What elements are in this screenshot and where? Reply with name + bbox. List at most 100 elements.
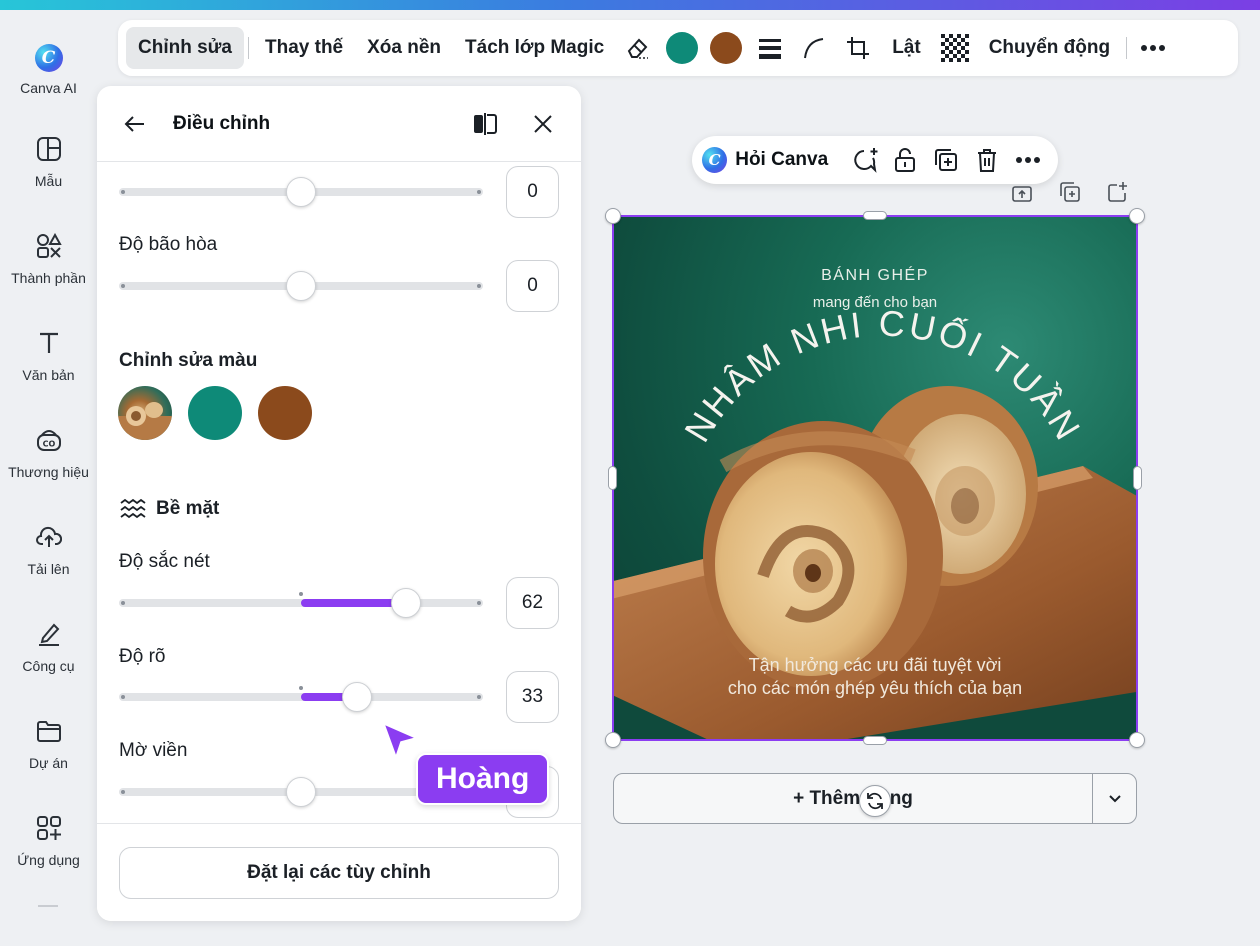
rail-item-projects[interactable]: Dự án — [0, 689, 97, 779]
top-slider-value[interactable]: 0 — [506, 166, 559, 218]
top-slider-thumb[interactable] — [286, 177, 316, 207]
color-teal-button[interactable] — [660, 27, 704, 69]
collaborator-cursor-icon — [382, 722, 419, 760]
animate-button[interactable]: Chuyển động — [977, 27, 1122, 69]
rail-label: Văn bản — [22, 367, 75, 383]
add-page-icon[interactable] — [1106, 180, 1130, 204]
ask-canva-button[interactable]: Hỏi Canva — [735, 149, 828, 171]
sharpness-value[interactable]: 62 — [506, 577, 559, 629]
sharpness-slider-thumb[interactable] — [391, 588, 421, 618]
rail-divider — [38, 905, 58, 907]
border-weight-icon[interactable] — [748, 27, 792, 69]
resize-handle-top[interactable] — [863, 211, 887, 220]
rail-label: Tải lên — [27, 561, 70, 577]
rail-label: Dự án — [29, 755, 68, 771]
rail-item-apps[interactable]: Ứng dụng — [0, 786, 97, 876]
clarity-value[interactable]: 33 — [506, 671, 559, 723]
rail-label: Thành phần — [11, 270, 86, 286]
artwork-caption-line2: cho các món ghép yêu thích của bạn — [727, 678, 1023, 698]
text-icon — [35, 329, 63, 357]
resize-handle-bottom-left[interactable] — [605, 732, 621, 748]
element-action-pill: C Hỏi Canva — [692, 136, 1058, 184]
rail-item-templates[interactable]: Mẫu — [0, 107, 97, 197]
crop-icon[interactable] — [836, 27, 880, 69]
svg-text:CO: CO — [42, 440, 55, 449]
resize-handle-bottom-right[interactable] — [1129, 732, 1145, 748]
rail-item-brand[interactable]: CO Thương hiệu — [0, 398, 97, 488]
resize-handle-bottom[interactable] — [863, 736, 887, 745]
resize-handle-top-right[interactable] — [1129, 208, 1145, 224]
collaborator-name-tag: Hoàng — [416, 753, 550, 805]
top-gradient-bar — [0, 0, 1260, 10]
more-options-icon[interactable] — [1007, 140, 1048, 180]
lock-page-icon[interactable] — [1010, 180, 1034, 204]
track-end-dot — [477, 695, 481, 699]
toolbar-divider — [248, 37, 249, 59]
clarity-slider-thumb[interactable] — [342, 682, 372, 712]
pen-tool-icon — [35, 620, 63, 648]
eraser-icon[interactable] — [616, 27, 660, 69]
add-comment-icon[interactable] — [844, 140, 885, 180]
track-end-dot — [121, 601, 125, 605]
track-end-dot — [121, 284, 125, 288]
rotate-handle-icon[interactable] — [859, 785, 891, 817]
sharpness-label: Độ sắc nét — [119, 551, 210, 572]
trash-icon[interactable] — [966, 140, 1007, 180]
more-options-icon[interactable] — [1131, 27, 1175, 69]
corner-rounding-icon[interactable] — [792, 27, 836, 69]
back-arrow-icon[interactable] — [119, 108, 151, 140]
flip-button[interactable]: Lật — [880, 27, 933, 69]
vignette-slider-thumb[interactable] — [286, 777, 316, 807]
add-page-dropdown[interactable] — [1092, 774, 1136, 823]
unlock-icon[interactable] — [885, 140, 926, 180]
saturation-value[interactable]: 0 — [506, 260, 559, 312]
brown-color-swatch[interactable] — [258, 386, 312, 440]
rail-label: Công cụ — [22, 658, 75, 674]
photo-color-swatch[interactable] — [118, 386, 172, 440]
resize-handle-right[interactable] — [1133, 466, 1142, 490]
replace-button[interactable]: Thay thế — [253, 27, 355, 69]
templates-icon — [35, 135, 63, 163]
folder-icon — [35, 717, 63, 745]
compare-icon[interactable] — [469, 108, 501, 140]
rail-item-canva-ai[interactable]: C Canva AI — [0, 10, 97, 100]
rail-item-uploads[interactable]: Tải lên — [0, 495, 97, 585]
saturation-label: Độ bão hòa — [119, 234, 218, 255]
transparency-icon[interactable] — [933, 27, 977, 69]
rail-label: Thương hiệu — [8, 464, 89, 480]
edit-button[interactable]: Chỉnh sửa — [126, 27, 244, 69]
saturation-slider-thumb[interactable] — [286, 271, 316, 301]
track-end-dot — [477, 190, 481, 194]
artwork-heading: BÁNH GHÉP — [821, 267, 929, 284]
track-end-dot — [477, 284, 481, 288]
apps-grid-icon — [35, 814, 63, 842]
rail-item-text[interactable]: Văn bản — [0, 301, 97, 391]
track-center-dot — [299, 686, 303, 690]
design-canvas[interactable]: NHÂM NHI CUỐI TUẦN BÁNH GHÉP mang đến ch… — [613, 216, 1137, 740]
track-end-dot — [121, 790, 125, 794]
color-brown-button[interactable] — [704, 27, 748, 69]
color-swatch — [666, 32, 699, 64]
panel-header: Điều chỉnh — [97, 86, 581, 162]
upload-cloud-icon — [35, 523, 63, 551]
remove-background-button[interactable]: Xóa nền — [355, 27, 453, 69]
sharpness-slider-track[interactable] — [119, 592, 483, 607]
rail-item-tools[interactable]: Công cụ — [0, 592, 97, 682]
duplicate-page-icon[interactable] — [1058, 180, 1082, 204]
reset-adjustments-button[interactable]: Đặt lại các tùy chỉnh — [119, 847, 559, 899]
teal-color-swatch[interactable] — [188, 386, 242, 440]
resize-handle-top-left[interactable] — [605, 208, 621, 224]
clarity-label: Độ rõ — [119, 646, 166, 667]
vignette-label: Mờ viền — [119, 740, 188, 761]
add-page-button[interactable]: + Thêm trang — [614, 774, 1092, 823]
rail-label: Canva AI — [20, 80, 77, 96]
artwork-caption-line1: Tận hưởng các ưu đãi tuyệt vời — [748, 655, 1002, 675]
clarity-slider-track[interactable] — [119, 686, 483, 701]
resize-handle-left[interactable] — [608, 466, 617, 490]
track-end-dot — [121, 190, 125, 194]
duplicate-icon[interactable] — [926, 140, 967, 180]
color-swatch — [710, 32, 743, 64]
magic-layers-button[interactable]: Tách lớp Magic — [453, 27, 616, 69]
close-icon[interactable] — [527, 108, 559, 140]
rail-item-elements[interactable]: Thành phần — [0, 204, 97, 294]
